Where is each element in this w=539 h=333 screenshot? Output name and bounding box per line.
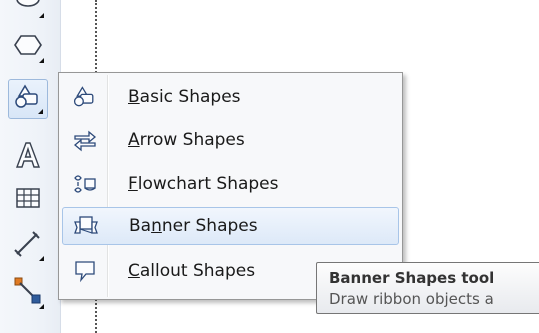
flyout-indicator xyxy=(39,256,44,261)
flowchart-shapes-icon xyxy=(62,165,108,203)
tooltip-title: Banner Shapes tool xyxy=(329,269,495,287)
text-tool-icon xyxy=(13,140,43,174)
text-tool[interactable] xyxy=(8,137,48,177)
dimension-tool[interactable] xyxy=(8,225,48,265)
menu-item-banner-shapes[interactable]: Banner Shapes xyxy=(62,207,399,245)
menu-item-label: Arrow Shapes xyxy=(128,130,245,150)
polygon-tool[interactable] xyxy=(8,27,48,67)
arrow-shapes-icon xyxy=(62,121,108,159)
flyout-indicator xyxy=(39,13,44,18)
basic-shapes-tool[interactable] xyxy=(8,79,48,119)
menu-item-label: Basic Shapes xyxy=(128,87,241,107)
menu-item-label: Flowchart Shapes xyxy=(128,174,279,194)
tooltip-description: Draw ribbon objects a xyxy=(329,290,494,308)
tooltip: Banner Shapes tool Draw ribbon objects a xyxy=(316,262,539,314)
menu-item-basic-shapes[interactable]: Basic Shapes xyxy=(62,78,399,116)
menu-item-label: Banner Shapes xyxy=(129,216,258,236)
menu-item-flowchart-shapes[interactable]: Flowchart Shapes xyxy=(62,165,399,203)
callout-shapes-icon xyxy=(62,252,108,290)
flyout-indicator xyxy=(38,109,43,114)
screen: Basic Shapes Arrow Shapes Flowchart Shap… xyxy=(0,0,539,333)
menu-item-label: Callout Shapes xyxy=(128,261,256,281)
table-tool-icon xyxy=(15,186,41,214)
flyout-indicator xyxy=(39,304,44,309)
table-tool[interactable] xyxy=(8,180,48,220)
connector-tool[interactable] xyxy=(8,273,48,313)
banner-shapes-icon xyxy=(63,207,109,245)
basic-shapes-icon xyxy=(62,78,108,116)
flyout-indicator xyxy=(39,58,44,63)
menu-item-arrow-shapes[interactable]: Arrow Shapes xyxy=(62,121,399,159)
partial-tool[interactable] xyxy=(8,0,48,22)
toolbox xyxy=(0,0,61,333)
